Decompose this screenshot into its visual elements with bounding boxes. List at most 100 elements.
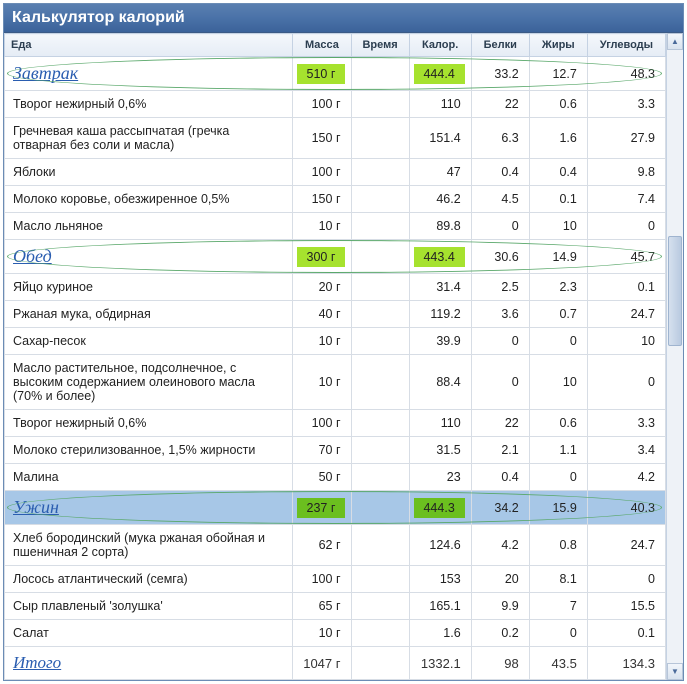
food-carb-cell: 0 xyxy=(587,566,665,593)
total-cal-cell: 1332.1 xyxy=(409,647,471,680)
food-carb-cell: 10 xyxy=(587,328,665,355)
food-time-cell xyxy=(351,437,409,464)
food-carb-cell: 15.5 xyxy=(587,593,665,620)
meal-cal-value: 444.4 xyxy=(414,64,465,84)
food-cal-cell: 46.2 xyxy=(409,186,471,213)
food-item-row[interactable]: Масло растительное, подсолнечное, с высо… xyxy=(5,355,666,410)
food-prot-cell: 4.2 xyxy=(471,525,529,566)
food-item-row[interactable]: Творог нежирный 0,6%100 г110220.63.3 xyxy=(5,91,666,118)
food-item-row[interactable]: Творог нежирный 0,6%100 г110220.63.3 xyxy=(5,410,666,437)
food-carb-cell: 27.9 xyxy=(587,118,665,159)
meal-name-cell[interactable]: Обед xyxy=(5,240,293,274)
food-name-cell: Хлеб бородинский (мука ржаная обойная и … xyxy=(5,525,293,566)
food-item-row[interactable]: Сахар-песок10 г39.90010 xyxy=(5,328,666,355)
food-cal-cell: 31.4 xyxy=(409,274,471,301)
food-mass-cell: 62 г xyxy=(293,525,351,566)
food-cal-cell: 47 xyxy=(409,159,471,186)
food-name-cell: Гречневая каша рассыпчатая (гречка отвар… xyxy=(5,118,293,159)
food-item-row[interactable]: Молоко коровье, обезжиренное 0,5%150 г46… xyxy=(5,186,666,213)
food-fat-cell: 2.3 xyxy=(529,274,587,301)
food-name-cell: Сыр плавленый 'золушка' xyxy=(5,593,293,620)
food-prot-cell: 2.5 xyxy=(471,274,529,301)
meal-name-cell[interactable]: Ужин xyxy=(5,491,293,525)
col-header-prot[interactable]: Белки xyxy=(471,34,529,57)
col-header-time[interactable]: Время xyxy=(351,34,409,57)
food-carb-cell: 3.4 xyxy=(587,437,665,464)
food-item-row[interactable]: Сыр плавленый 'золушка'65 г165.19.9715.5 xyxy=(5,593,666,620)
food-time-cell xyxy=(351,525,409,566)
food-item-row[interactable]: Салат10 г1.60.200.1 xyxy=(5,620,666,647)
total-carb-cell: 134.3 xyxy=(587,647,665,680)
meal-header-row[interactable]: Ужин237 г444.334.215.940.3 xyxy=(5,491,666,525)
scroll-down-button[interactable]: ▼ xyxy=(667,663,683,680)
food-mass-cell: 10 г xyxy=(293,213,351,240)
food-item-row[interactable]: Ржаная мука, обдирная40 г119.23.60.724.7 xyxy=(5,301,666,328)
col-header-carb[interactable]: Углеводы xyxy=(587,34,665,57)
meal-cal-cell: 443.4 xyxy=(409,240,471,274)
food-fat-cell: 7 xyxy=(529,593,587,620)
food-fat-cell: 1.1 xyxy=(529,437,587,464)
food-cal-cell: 153 xyxy=(409,566,471,593)
food-time-cell xyxy=(351,620,409,647)
col-header-fat[interactable]: Жиры xyxy=(529,34,587,57)
food-cal-cell: 89.8 xyxy=(409,213,471,240)
food-time-cell xyxy=(351,410,409,437)
food-item-row[interactable]: Яблоки100 г470.40.49.8 xyxy=(5,159,666,186)
food-carb-cell: 0 xyxy=(587,213,665,240)
food-time-cell xyxy=(351,301,409,328)
food-item-row[interactable]: Гречневая каша рассыпчатая (гречка отвар… xyxy=(5,118,666,159)
col-header-mass[interactable]: Масса xyxy=(293,34,351,57)
food-prot-cell: 2.1 xyxy=(471,437,529,464)
meal-carb-cell: 40.3 xyxy=(587,491,665,525)
total-fat-cell: 43.5 xyxy=(529,647,587,680)
food-prot-cell: 4.5 xyxy=(471,186,529,213)
col-header-food[interactable]: Еда xyxy=(5,34,293,57)
meal-mass-value: 510 г xyxy=(297,64,344,84)
scroll-track[interactable] xyxy=(667,50,683,663)
food-time-cell xyxy=(351,159,409,186)
food-prot-cell: 22 xyxy=(471,410,529,437)
food-item-row[interactable]: Лосось атлантический (семга)100 г153208.… xyxy=(5,566,666,593)
vertical-scrollbar[interactable]: ▲ ▼ xyxy=(666,33,683,680)
meal-header-row[interactable]: Завтрак510 г444.433.212.748.3 xyxy=(5,57,666,91)
food-mass-cell: 100 г xyxy=(293,91,351,118)
food-fat-cell: 0.8 xyxy=(529,525,587,566)
meal-header-row[interactable]: Обед300 г443.430.614.945.7 xyxy=(5,240,666,274)
food-time-cell xyxy=(351,355,409,410)
food-name-cell: Сахар-песок xyxy=(5,328,293,355)
food-prot-cell: 0.2 xyxy=(471,620,529,647)
food-item-row[interactable]: Хлеб бородинский (мука ржаная обойная и … xyxy=(5,525,666,566)
food-carb-cell: 7.4 xyxy=(587,186,665,213)
meal-carb-cell: 48.3 xyxy=(587,57,665,91)
food-carb-cell: 0.1 xyxy=(587,274,665,301)
meal-mass-cell: 300 г xyxy=(293,240,351,274)
meal-cal-value: 443.4 xyxy=(414,247,465,267)
col-header-cal[interactable]: Калор. xyxy=(409,34,471,57)
food-fat-cell: 0.6 xyxy=(529,410,587,437)
food-item-row[interactable]: Масло льняное10 г89.80100 xyxy=(5,213,666,240)
total-label-cell: Итого xyxy=(5,647,293,680)
food-carb-cell: 24.7 xyxy=(587,301,665,328)
meal-name-cell[interactable]: Завтрак xyxy=(5,57,293,91)
food-cal-cell: 110 xyxy=(409,91,471,118)
food-name-cell: Масло растительное, подсолнечное, с высо… xyxy=(5,355,293,410)
food-prot-cell: 0.4 xyxy=(471,159,529,186)
meal-prot-cell: 34.2 xyxy=(471,491,529,525)
scroll-up-button[interactable]: ▲ xyxy=(667,33,683,50)
food-fat-cell: 0.1 xyxy=(529,186,587,213)
food-prot-cell: 0.4 xyxy=(471,464,529,491)
food-table-wrap: Еда Масса Время Калор. Белки Жиры Углево… xyxy=(4,33,666,680)
scroll-thumb[interactable] xyxy=(668,236,682,346)
meal-fat-cell: 15.9 xyxy=(529,491,587,525)
food-name-cell: Салат xyxy=(5,620,293,647)
food-item-row[interactable]: Молоко стерилизованное, 1,5% жирности70 … xyxy=(5,437,666,464)
total-time-cell xyxy=(351,647,409,680)
food-prot-cell: 9.9 xyxy=(471,593,529,620)
food-item-row[interactable]: Яйцо куриное20 г31.42.52.30.1 xyxy=(5,274,666,301)
food-mass-cell: 150 г xyxy=(293,186,351,213)
food-cal-cell: 1.6 xyxy=(409,620,471,647)
food-fat-cell: 0.4 xyxy=(529,159,587,186)
food-item-row[interactable]: Малина50 г230.404.2 xyxy=(5,464,666,491)
food-prot-cell: 20 xyxy=(471,566,529,593)
food-fat-cell: 0.7 xyxy=(529,301,587,328)
